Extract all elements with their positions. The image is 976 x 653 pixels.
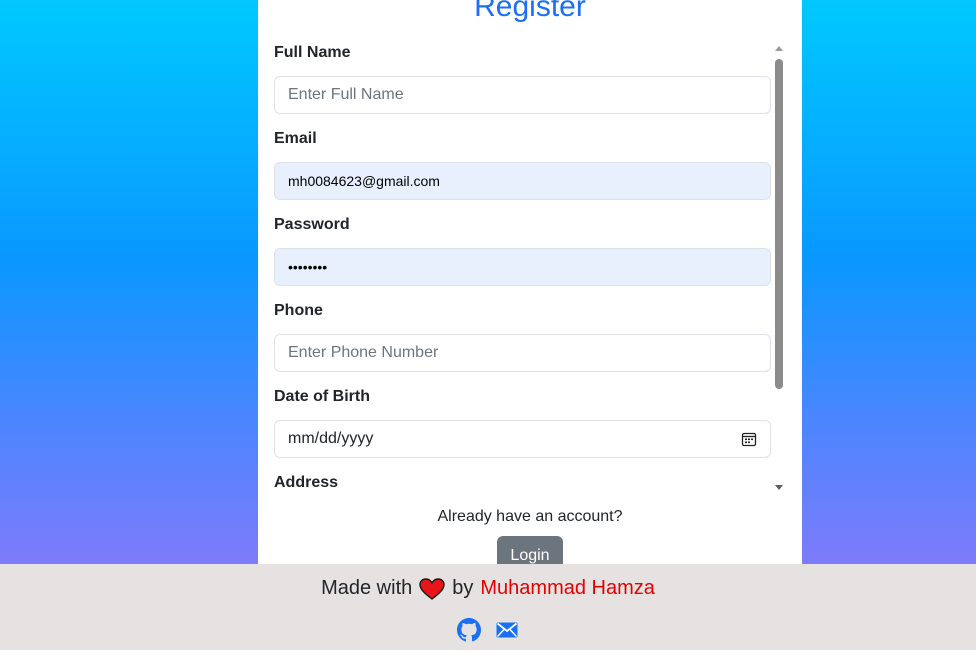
email-value: mh0084623@gmail.com <box>288 173 440 189</box>
dob-placeholder: mm/dd/yyyy <box>288 430 374 447</box>
phone-placeholder: Enter Phone Number <box>288 344 439 361</box>
register-card: Register Full Name Enter Full Name Email… <box>258 0 802 564</box>
dob-input[interactable]: mm/dd/yyyy <box>274 420 771 458</box>
full-name-label: Full Name <box>274 44 351 61</box>
by-text: by <box>452 577 474 599</box>
already-account-text: Already have an account? <box>437 508 623 525</box>
footer-credit: Made with by Muhammad Hamza <box>0 577 976 600</box>
footer-icons <box>0 618 976 642</box>
dob-label: Date of Birth <box>274 388 370 405</box>
password-group: Password •••••••• <box>274 216 771 286</box>
address-group: Address <box>274 474 771 492</box>
login-button[interactable]: Login <box>497 536 563 564</box>
scroll-down-arrow-icon[interactable] <box>775 485 783 490</box>
password-value: •••••••• <box>288 259 328 275</box>
calendar-icon[interactable] <box>741 431 757 447</box>
phone-input[interactable]: Enter Phone Number <box>274 334 771 372</box>
full-name-input[interactable]: Enter Full Name <box>274 76 771 114</box>
email-group: Email mh0084623@gmail.com <box>274 130 771 200</box>
address-label: Address <box>274 474 339 491</box>
full-name-placeholder: Enter Full Name <box>288 86 404 103</box>
scroll-up-arrow-icon[interactable] <box>775 46 783 51</box>
phone-group: Phone Enter Phone Number <box>274 302 771 372</box>
password-input[interactable]: •••••••• <box>274 248 771 286</box>
heart-icon <box>419 577 445 600</box>
register-form: Full Name Enter Full Name Email mh008462… <box>258 40 788 496</box>
email-label: Email <box>274 130 317 147</box>
github-icon[interactable] <box>457 618 481 642</box>
email-input[interactable]: mh0084623@gmail.com <box>274 162 771 200</box>
page-title: Register <box>474 0 586 23</box>
form-scrollbar[interactable] <box>772 42 786 494</box>
mail-icon[interactable] <box>495 618 519 642</box>
author-name: Muhammad Hamza <box>480 577 655 599</box>
full-name-group: Full Name Enter Full Name <box>274 44 771 114</box>
footer: Made with by Muhammad Hamza <box>0 564 976 653</box>
dob-group: Date of Birth mm/dd/yyyy <box>274 388 771 458</box>
scrollbar-thumb[interactable] <box>775 59 783 389</box>
made-with-text: Made with <box>321 577 413 599</box>
phone-label: Phone <box>274 302 323 319</box>
password-label: Password <box>274 216 350 233</box>
